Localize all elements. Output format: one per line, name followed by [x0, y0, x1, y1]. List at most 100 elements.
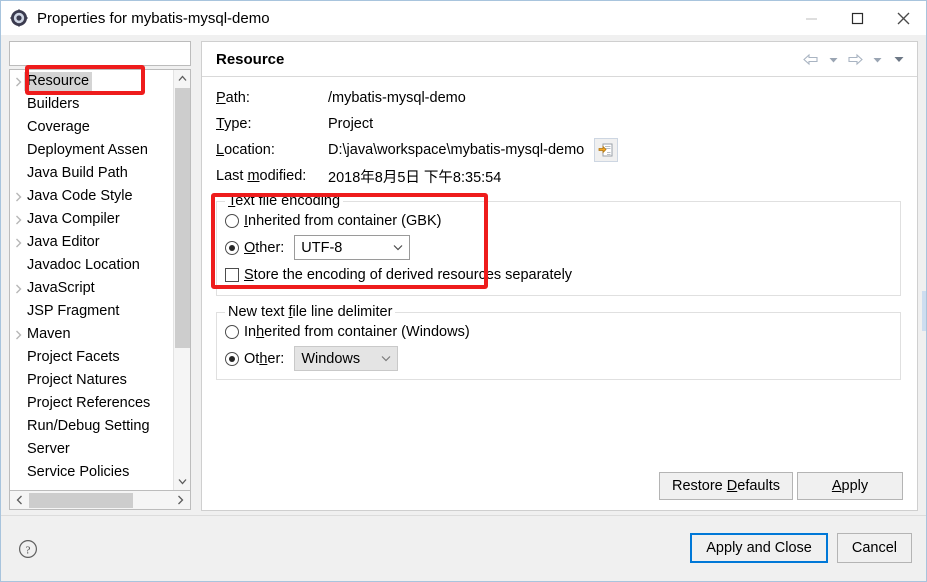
location-row: Location: D:\java\workspace\mybatis-mysq… [216, 137, 917, 163]
forward-dropdown-icon[interactable] [867, 49, 887, 71]
back-arrow-icon[interactable] [801, 49, 821, 71]
apply-and-close-button[interactable]: Apply and Close [690, 533, 828, 563]
tree-item-java-compiler[interactable]: Java Compiler [10, 208, 178, 231]
delimiter-other-row[interactable]: Other: Windows [225, 345, 900, 372]
page-title: Resource [216, 50, 285, 68]
scrollbar-thumb[interactable] [29, 492, 133, 508]
tree-item-label: JSP Fragment [27, 303, 120, 319]
radio-delimiter-inherited[interactable] [225, 324, 239, 339]
page-button-bar: Restore Defaults Apply [658, 472, 903, 500]
tree-item-java-code-style[interactable]: Java Code Style [10, 185, 178, 208]
tree-item-label: Java Compiler [27, 211, 120, 227]
last-modified-value: 2018年8月5日 下午8:35:54 [328, 169, 502, 186]
help-icon[interactable]: ? [17, 538, 39, 560]
eclipse-properties-icon [10, 9, 28, 27]
tree-item-run-debug-setting[interactable]: Run/Debug Setting [10, 415, 178, 438]
maximize-button[interactable] [834, 2, 880, 34]
restore-defaults-button[interactable]: Restore Defaults [658, 472, 793, 500]
chevron-right-icon[interactable] [12, 185, 25, 208]
page-header: Resource [202, 42, 917, 77]
scrollbar-thumb[interactable] [175, 88, 190, 348]
forward-arrow-icon[interactable] [845, 49, 865, 71]
tree-item-deployment-assen[interactable]: Deployment Assen [10, 139, 178, 162]
chevron-right-icon[interactable] [12, 208, 25, 231]
scroll-up-icon[interactable] [174, 70, 190, 87]
line-delimiter-group: New text file line delimiter Inherited f… [216, 304, 901, 380]
type-row: Type: Project [216, 111, 917, 137]
chevron-down-icon[interactable] [387, 236, 409, 259]
tree-item-java-editor[interactable]: Java Editor [10, 231, 178, 254]
delimiter-inherited-label: Inherited from container (Windows) [244, 323, 470, 340]
encoding-other-row[interactable]: Other: UTF-8 [225, 234, 900, 261]
chevron-right-icon[interactable] [12, 231, 25, 254]
tree-item-project-facets[interactable]: Project Facets [10, 346, 178, 369]
location-value: D:\java\workspace\mybatis-mysql-demo [328, 142, 585, 158]
settings-tree[interactable]: Resource Builders Coverage Deployment Assen… [9, 69, 191, 491]
tree-item-server[interactable]: Server [10, 438, 178, 461]
edit-location-icon[interactable] [594, 138, 619, 162]
back-dropdown-icon[interactable] [823, 49, 843, 71]
radio-encoding-other[interactable] [225, 240, 239, 255]
tree-item-list: Resource Builders Coverage Deployment Assen… [10, 70, 178, 490]
delimiter-combo[interactable]: Windows [294, 346, 399, 371]
tree-item-project-references[interactable]: Project References [10, 392, 178, 415]
page-nav-toolbar [801, 42, 909, 77]
tree-item-label: Run/Debug Setting [27, 418, 150, 434]
delimiter-inherited-row[interactable]: Inherited from container (Windows) [225, 318, 900, 345]
resource-page: Resource Path: /mybatis-mysql-demo Type:… [201, 41, 918, 511]
encoding-inherited-row[interactable]: Inherited from container (GBK) [225, 207, 900, 234]
radio-delimiter-other[interactable] [225, 351, 239, 366]
filter-box[interactable] [9, 41, 191, 66]
store-derived-label: Store the encoding of derived resources … [244, 266, 573, 283]
tree-item-label: Service Policies [27, 464, 130, 480]
properties-dialog: Properties for mybatis-mysql-demo Resour… [0, 0, 927, 582]
tree-item-maven[interactable]: Maven [10, 323, 178, 346]
tree-item-coverage[interactable]: Coverage [10, 116, 178, 139]
scroll-down-icon[interactable] [174, 473, 190, 490]
apply-button[interactable]: Apply [797, 472, 903, 500]
path-label: Path: [216, 90, 250, 106]
tree-item-builders[interactable]: Builders [10, 93, 178, 116]
dialog-footer: ? Apply and Close Cancel [1, 515, 926, 581]
chevron-down-icon[interactable] [375, 347, 397, 370]
encoding-combo[interactable]: UTF-8 [294, 235, 411, 260]
scroll-left-icon[interactable] [10, 492, 29, 509]
scroll-right-icon[interactable] [171, 492, 190, 509]
tree-item-label: JavaScript [27, 280, 95, 296]
tree-item-label: Resource [24, 72, 93, 91]
tree-item-label: Java Editor [27, 234, 100, 250]
chevron-right-icon[interactable] [12, 277, 25, 300]
tree-item-project-natures[interactable]: Project Natures [10, 369, 178, 392]
tree-item-label: Builders [27, 96, 80, 112]
group-title-delimiter: New text file line delimiter [225, 304, 396, 320]
tree-item-label: Java Code Style [27, 188, 133, 204]
view-menu-icon[interactable] [889, 49, 909, 71]
chevron-right-icon[interactable] [12, 323, 25, 346]
tree-item-java-build-path[interactable]: Java Build Path [10, 162, 178, 185]
text-file-encoding-group: Text file encoding Inherited from contai… [216, 193, 901, 296]
last-modified-row: Last modified: 2018年8月5日 下午8:35:54 [216, 163, 917, 189]
cancel-button[interactable]: Cancel [836, 533, 912, 563]
type-value: Project [328, 116, 374, 132]
tree-item-resource[interactable]: Resource [10, 70, 178, 93]
tree-item-label: Maven [27, 326, 71, 342]
store-derived-row[interactable]: Store the encoding of derived resources … [225, 261, 900, 288]
tree-item-javadoc-location[interactable]: Javadoc Location [10, 254, 178, 277]
radio-encoding-inherited[interactable] [225, 213, 239, 228]
encoding-other-label: Other: [244, 239, 285, 256]
location-label: Location: [216, 142, 275, 158]
type-label: Type: [216, 116, 252, 132]
minimize-button[interactable] [788, 2, 834, 34]
tree-horizontal-scrollbar[interactable] [9, 491, 191, 510]
tree-item-javascript[interactable]: JavaScript [10, 277, 178, 300]
chevron-right-icon[interactable] [12, 70, 25, 93]
title-bar: Properties for mybatis-mysql-demo [1, 1, 926, 35]
tree-item-jsp-fragment[interactable]: JSP Fragment [10, 300, 178, 323]
filter-input[interactable] [10, 42, 190, 65]
close-button[interactable] [880, 2, 926, 34]
tree-item-label: Project References [27, 395, 151, 411]
checkbox-store-derived[interactable] [225, 267, 239, 282]
delimiter-other-label: Other: [244, 350, 285, 367]
tree-item-service-policies[interactable]: Service Policies [10, 461, 178, 484]
tree-vertical-scrollbar[interactable] [173, 70, 190, 490]
